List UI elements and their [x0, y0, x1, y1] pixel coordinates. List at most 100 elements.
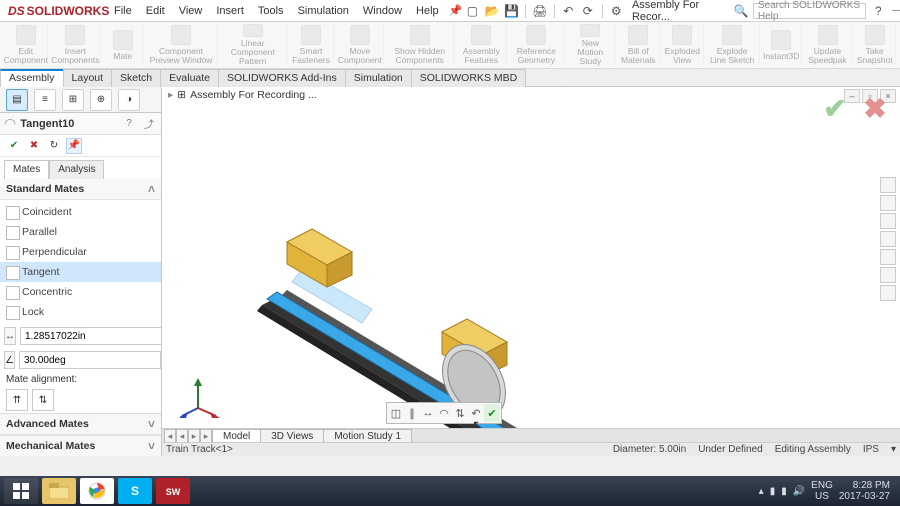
tab-layout[interactable]: Layout	[63, 69, 113, 87]
preview-icon[interactable]: ↻	[46, 138, 62, 154]
scroll-right2-icon[interactable]: ▸	[200, 429, 212, 443]
status-settings-icon[interactable]: ▾	[891, 444, 896, 455]
cmd-show-hidden[interactable]: Show Hidden Components	[386, 24, 454, 66]
mate-parallel[interactable]: Parallel	[0, 222, 161, 242]
tray-network-icon[interactable]: ▮	[781, 486, 787, 497]
mate-lock[interactable]: Lock	[0, 302, 161, 322]
cmd-exploded-view[interactable]: Exploded View	[662, 24, 704, 66]
ctx-tangent-icon[interactable]: ◠	[436, 404, 452, 422]
bottom-tab-motion-study[interactable]: Motion Study 1	[323, 429, 412, 443]
tab-sketch[interactable]: Sketch	[111, 69, 161, 87]
aligned-icon[interactable]: ⇈	[6, 389, 28, 411]
ctx-distance-icon[interactable]: ↔	[420, 404, 436, 422]
standard-mates-header[interactable]: Standard Mates ˄	[0, 179, 161, 200]
options-icon[interactable]: ⚙	[608, 2, 624, 20]
feature-manager-tab-icon[interactable]: ▤	[6, 89, 28, 111]
cmd-move-component[interactable]: Move Component	[336, 24, 384, 66]
pin-icon[interactable]: ⤴	[141, 116, 157, 132]
cmd-smart-fasteners[interactable]: Smart Fasteners	[289, 24, 335, 66]
search-input[interactable]: Search SOLIDWORKS Help	[753, 3, 867, 19]
configuration-manager-tab-icon[interactable]: ⊞	[62, 89, 84, 111]
scroll-left2-icon[interactable]: ◂	[176, 429, 188, 443]
cmd-mate[interactable]: Mate	[103, 24, 143, 66]
bottom-tab-model[interactable]: Model	[212, 429, 261, 443]
taskbar-explorer-icon[interactable]	[42, 478, 76, 504]
tab-evaluate[interactable]: Evaluate	[160, 69, 219, 87]
cmd-linear-pattern[interactable]: Linear Component Pattern	[220, 24, 287, 66]
taskpane-design-library-icon[interactable]	[880, 195, 896, 211]
open-icon[interactable]: 📂	[484, 2, 500, 20]
taskpane-appearances-icon[interactable]	[880, 249, 896, 265]
mate-tangent[interactable]: Tangent	[0, 262, 161, 282]
taskbar-solidworks-icon[interactable]: SW	[156, 478, 190, 504]
tray-arrow-icon[interactable]: ▴	[759, 486, 764, 497]
start-button[interactable]	[4, 478, 38, 504]
angle-input[interactable]	[19, 351, 161, 369]
ctx-coincident-icon[interactable]: ◫	[388, 404, 404, 422]
cmd-insert-components[interactable]: Insert Components	[50, 24, 101, 66]
graphics-area[interactable]: – ▫ × ▸ ⊞ Assembly For Recording ... ✔ ✖	[162, 87, 900, 456]
ctx-flip-icon[interactable]: ⇅	[452, 404, 468, 422]
dimxpert-manager-tab-icon[interactable]: ⊕	[90, 89, 112, 111]
cmd-bom[interactable]: Bill of Materials	[617, 24, 660, 66]
cmd-instant3d[interactable]: Instant3D	[762, 24, 802, 66]
scroll-left-icon[interactable]: ◂	[164, 429, 176, 443]
cmd-assembly-features[interactable]: Assembly Features	[456, 24, 507, 66]
subtab-analysis[interactable]: Analysis	[49, 160, 104, 179]
display-manager-tab-icon[interactable]: ◑	[118, 89, 140, 111]
mechanical-mates-header[interactable]: Mechanical Mates ˅	[0, 436, 161, 456]
cmd-new-motion-study[interactable]: New Motion Study	[566, 24, 615, 66]
tray-language[interactable]: ENG US	[811, 480, 833, 502]
taskbar-skype-icon[interactable]: S	[118, 478, 152, 504]
rebuild-icon[interactable]: ⟳	[580, 2, 596, 20]
taskpane-file-explorer-icon[interactable]	[880, 213, 896, 229]
menu-insert[interactable]: Insert	[210, 2, 250, 20]
taskbar-chrome-icon[interactable]	[80, 478, 114, 504]
cmd-explode-line[interactable]: Explode Line Sketch	[706, 24, 760, 66]
mate-concentric[interactable]: Concentric	[0, 282, 161, 302]
tab-assembly[interactable]: Assembly	[0, 69, 64, 87]
status-units[interactable]: IPS	[863, 444, 879, 455]
undo-icon[interactable]: ↶	[561, 2, 577, 20]
ctx-parallel-icon[interactable]: ∥	[404, 404, 420, 422]
scroll-right-icon[interactable]: ▸	[188, 429, 200, 443]
menu-file[interactable]: File	[108, 2, 138, 20]
help-icon[interactable]: ?	[121, 116, 137, 132]
distance-input[interactable]	[20, 327, 161, 345]
keep-visible-icon[interactable]: 📌	[66, 138, 82, 154]
taskpane-forum-icon[interactable]	[880, 285, 896, 301]
cmd-edit-component[interactable]: Edit Component	[4, 24, 48, 66]
menu-edit[interactable]: Edit	[140, 2, 171, 20]
cancel-button[interactable]: ✖	[26, 138, 42, 154]
tray-battery-icon[interactable]: ▮	[770, 486, 776, 497]
new-doc-icon[interactable]: ▢	[465, 2, 481, 20]
menu-simulation[interactable]: Simulation	[292, 2, 355, 20]
help-icon[interactable]: ?	[870, 2, 886, 20]
minimize-button[interactable]: —	[890, 3, 900, 19]
taskpane-view-palette-icon[interactable]	[880, 231, 896, 247]
cmd-take-snapshot[interactable]: Take Snapshot	[854, 24, 896, 66]
menu-window[interactable]: Window	[357, 2, 408, 20]
tab-mbd[interactable]: SOLIDWORKS MBD	[411, 69, 526, 87]
taskpane-resources-icon[interactable]	[880, 177, 896, 193]
advanced-mates-header[interactable]: Advanced Mates ˅	[0, 414, 161, 435]
menu-tools[interactable]: Tools	[252, 2, 290, 20]
bottom-tab-3d-views[interactable]: 3D Views	[260, 429, 324, 443]
mate-perpendicular[interactable]: Perpendicular	[0, 242, 161, 262]
cmd-update-speedpak[interactable]: Update Speedpak	[804, 24, 853, 66]
menu-view[interactable]: View	[173, 2, 209, 20]
subtab-mates[interactable]: Mates	[4, 160, 49, 179]
menu-pin-icon[interactable]: 📌	[447, 2, 465, 20]
ctx-ok-icon[interactable]: ✔	[484, 404, 500, 422]
search-icon[interactable]: 🔍	[733, 2, 749, 20]
orientation-triad[interactable]	[180, 378, 220, 418]
tab-simulation[interactable]: Simulation	[345, 69, 412, 87]
tray-volume-icon[interactable]: 🔊	[793, 486, 805, 497]
anti-aligned-icon[interactable]: ⇅	[32, 389, 54, 411]
menu-help[interactable]: Help	[410, 2, 445, 20]
tray-clock[interactable]: 8:28 PM 2017-03-27	[839, 480, 890, 502]
mate-coincident[interactable]: Coincident	[0, 202, 161, 222]
print-icon[interactable]: 🖨	[532, 2, 548, 20]
taskpane-custom-props-icon[interactable]	[880, 267, 896, 283]
save-icon[interactable]: 💾	[504, 2, 520, 20]
